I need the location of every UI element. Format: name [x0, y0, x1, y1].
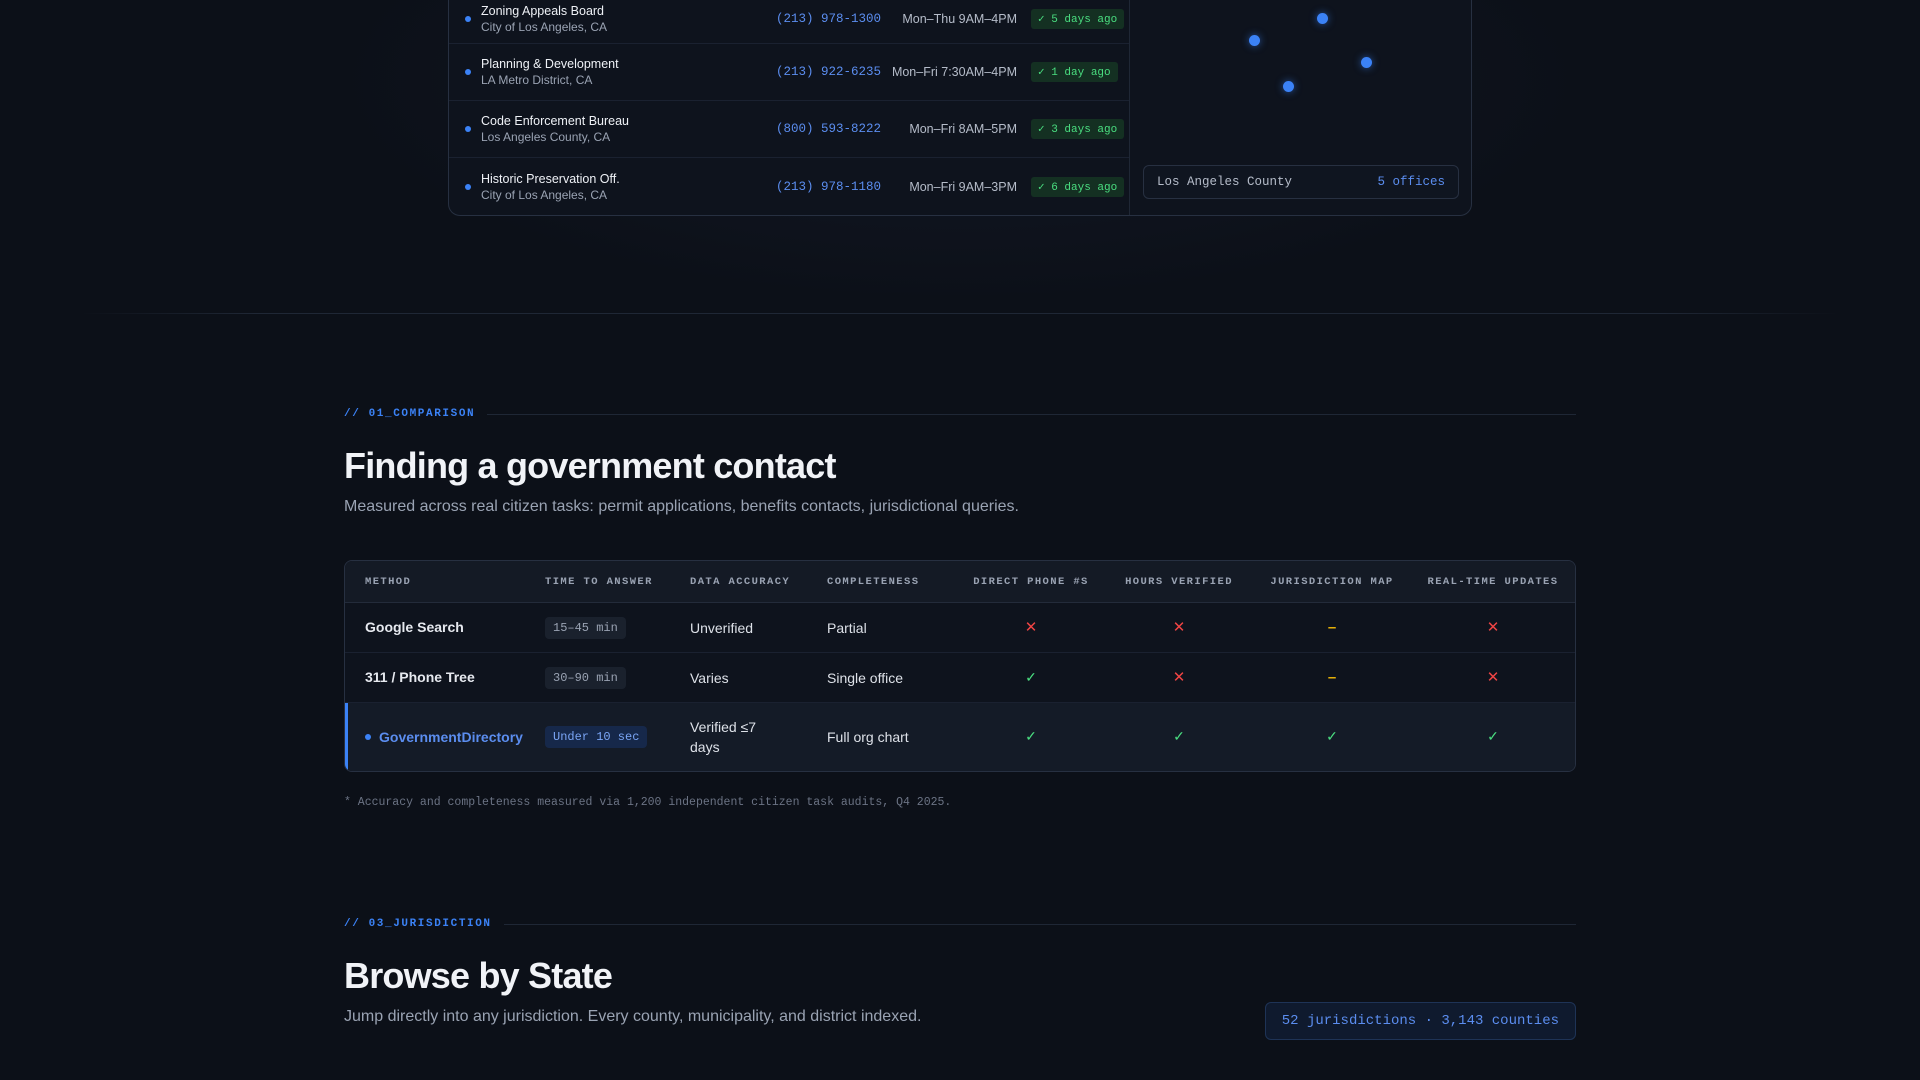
office-phone[interactable]: (800) 593-8222 [771, 122, 881, 136]
column-header: JURISDICTION MAP [1270, 575, 1394, 588]
office-name: Code Enforcement Bureau [481, 114, 630, 128]
column-header: DIRECT PHONE #S [973, 575, 1089, 588]
section-eyebrow: // 03_JURISDICTION [344, 918, 1576, 930]
office-hours: Mon–Fri 8AM–5PM [909, 122, 1017, 136]
time-pill: Under 10 sec [545, 726, 648, 748]
office-location: LA Metro District, CA [481, 73, 593, 87]
map-marker[interactable] [1283, 81, 1294, 92]
office-name: Historic Preservation Off. [481, 171, 620, 186]
office-list: Zoning Appeals Board City of Los Angeles… [449, 0, 1130, 215]
brand-dot [365, 734, 371, 740]
office-location: City of Los Angeles, CA [481, 187, 608, 202]
table-row: 311 / Phone Tree 30–90 min Varies Single… [345, 653, 1575, 703]
verified-badge: ✓ 6 days ago [1031, 176, 1125, 197]
cross-icon: ✕ [1486, 619, 1500, 636]
completeness-cell: Single office [827, 669, 904, 686]
office-count: 5 offices [1377, 175, 1445, 189]
status-dot [465, 15, 471, 22]
column-header: METHOD [365, 575, 412, 588]
column-header: REAL-TIME UPDATES [1427, 575, 1559, 588]
status-dot [465, 69, 471, 75]
directory-preview-card: Zoning Appeals Board City of Los Angeles… [448, 0, 1472, 216]
status-dot [465, 183, 471, 190]
section-title: Finding a government contact [344, 445, 836, 486]
footnote: * Accuracy and completeness measured via… [344, 796, 952, 809]
check-icon: ✓ [1487, 728, 1499, 744]
method-name: Google Search [365, 618, 464, 635]
office-row[interactable]: Zoning Appeals Board City of Los Angeles… [449, 0, 1129, 44]
accuracy-cell: Unverified [690, 619, 754, 636]
verified-badge: ✓ 5 days ago [1031, 8, 1125, 29]
verified-badge: ✓ 3 days ago [1031, 119, 1125, 139]
column-header: DATA ACCURACY [690, 575, 791, 588]
office-phone[interactable]: (213) 978-1300 [771, 12, 881, 26]
check-icon: ✓ [1025, 728, 1037, 744]
office-location: City of Los Angeles, CA [481, 19, 608, 34]
office-name: Zoning Appeals Board [481, 3, 605, 18]
accuracy-cell: Verified ≤7 days [690, 719, 757, 755]
status-dot [465, 126, 471, 132]
office-phone[interactable]: (213) 922-6235 [771, 65, 881, 79]
office-phone[interactable]: (213) 978-1180 [771, 180, 881, 194]
county-name: Los Angeles County [1157, 175, 1293, 189]
dash-icon: – [1327, 618, 1337, 636]
verified-badge: ✓ 1 day ago [1031, 62, 1118, 82]
table-header: METHOD TIME TO ANSWER DATA ACCURACY COMP… [345, 561, 1575, 603]
completeness-cell: Partial [827, 619, 867, 636]
table-row: Google Search 15–45 min Unverified Parti… [345, 603, 1575, 653]
office-hours: Mon–Thu 9AM–4PM [902, 11, 1017, 26]
jurisdiction-section: // 03_JURISDICTION Browse by State Jump … [344, 918, 1576, 1040]
time-pill: 30–90 min [545, 666, 626, 689]
check-icon: ✓ [1326, 728, 1338, 744]
completeness-cell: Full org chart [827, 729, 909, 745]
comparison-section: // 01_COMPARISON Finding a government co… [344, 408, 1576, 809]
cross-icon: ✕ [1172, 619, 1186, 636]
office-row[interactable]: Code Enforcement Bureau Los Angeles Coun… [449, 101, 1129, 158]
county-summary: Los Angeles County 5 offices [1143, 165, 1459, 199]
accuracy-cell: Varies [690, 669, 729, 686]
office-hours: Mon–Fri 7:30AM–4PM [891, 65, 1017, 79]
method-name: GovernmentDirectory [365, 729, 545, 745]
map-marker[interactable] [1317, 13, 1328, 24]
cross-icon: ✕ [1486, 669, 1500, 686]
section-title: Browse by State [344, 955, 613, 996]
column-header: COMPLETENESS [827, 575, 920, 588]
office-hours: Mon–Fri 9AM–3PM [909, 179, 1017, 194]
time-pill: 15–45 min [545, 616, 626, 639]
office-row[interactable]: Historic Preservation Off. City of Los A… [449, 158, 1129, 215]
comparison-table: METHOD TIME TO ANSWER DATA ACCURACY COMP… [344, 560, 1576, 772]
cross-icon: ✕ [1024, 619, 1038, 636]
office-row[interactable]: Planning & Development LA Metro District… [449, 44, 1129, 101]
office-name: Planning & Development [481, 57, 619, 71]
method-name: 311 / Phone Tree [365, 668, 475, 685]
dash-icon: – [1327, 668, 1337, 686]
map-marker[interactable] [1361, 57, 1372, 68]
column-header: HOURS VERIFIED [1125, 575, 1233, 588]
cross-icon: ✕ [1172, 669, 1186, 686]
column-header: TIME TO ANSWER [545, 575, 653, 588]
check-icon: ✓ [1173, 728, 1185, 744]
map-marker[interactable] [1249, 35, 1260, 46]
section-eyebrow: // 01_COMPARISON [344, 408, 1576, 420]
section-subtitle: Measured across real citizen tasks: perm… [344, 498, 1019, 515]
office-map[interactable]: Los Angeles County 5 offices [1130, 0, 1471, 215]
section-divider [80, 313, 1840, 314]
office-location: Los Angeles County, CA [481, 130, 611, 144]
check-icon: ✓ [1025, 668, 1037, 685]
table-row-highlighted: GovernmentDirectory Under 10 sec Verifie… [345, 703, 1575, 771]
jurisdiction-count-badge: 52 jurisdictions · 3,143 counties [1264, 1002, 1576, 1040]
